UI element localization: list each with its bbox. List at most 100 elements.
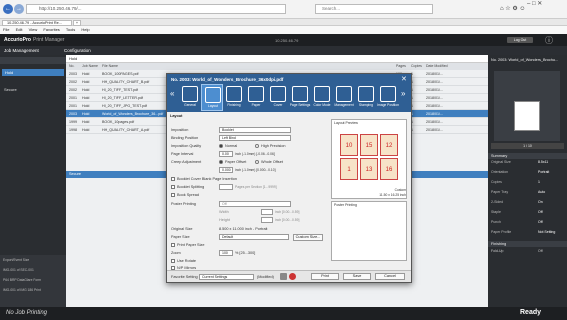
cell-date: 2018/01/... (426, 112, 443, 116)
page-indicator[interactable]: 1 / 10 (491, 143, 564, 149)
tab-label: Cover (273, 103, 283, 107)
cover-insert-checkbox[interactable] (171, 177, 175, 181)
cell-no: 2003 (69, 72, 77, 76)
rotate-label: Use Rotate (177, 259, 196, 263)
quality-normal-radio[interactable] (219, 144, 223, 148)
height-label: Height (219, 218, 230, 222)
creep-paper-radio[interactable] (219, 160, 223, 164)
panel-line: P64 BRP DataGlare Form (3, 278, 42, 282)
window-controls[interactable]: – □ ✕ (527, 0, 542, 7)
creep-whole-label: Whole Offset (261, 160, 283, 164)
col-job-name[interactable]: Job Name (82, 63, 98, 70)
cell-no: 2003 (69, 112, 77, 116)
tab-management[interactable]: Management (333, 84, 355, 111)
panel-line: Export/Event Size (3, 258, 30, 262)
cell-no: 2002 (69, 80, 77, 84)
tab-color-mode[interactable]: Color Mode (311, 84, 333, 111)
menu-help[interactable]: Help (81, 27, 89, 32)
address-bar[interactable]: http://10.250.46.79/... (26, 4, 286, 14)
tab-image-position[interactable]: Image Position (377, 84, 399, 111)
cell-no: 1998 (69, 128, 77, 132)
col-date[interactable]: Date Modified (426, 63, 448, 70)
cell-file: World_of_Wonders_Brochure_36...pdf (102, 112, 164, 116)
job-settings-dialog: No. 2003: World_of_Wonders_Brochure_36x0… (166, 73, 412, 283)
back-icon[interactable]: ← (3, 4, 13, 14)
detail-title: No. 2003: World_of_Wonders_Brochu... (491, 58, 559, 62)
split-input[interactable] (219, 184, 233, 190)
menu-file[interactable]: File (3, 27, 9, 32)
rotate-checkbox[interactable] (171, 259, 175, 263)
print-button[interactable]: Print (311, 273, 339, 280)
menu-tools[interactable]: Tools (66, 27, 75, 32)
nav-job-management[interactable]: Job Management (4, 48, 39, 53)
col-no[interactable]: No. (69, 63, 74, 70)
prop-value: 8.5x11 (538, 160, 549, 164)
col-file-name[interactable]: File Name (102, 63, 118, 70)
forward-icon[interactable]: → (14, 4, 24, 14)
fav-delete-icon[interactable] (289, 273, 296, 280)
imposition-select[interactable]: Booklet (219, 127, 291, 133)
cell-date: 2018/01/... (426, 72, 443, 76)
zoom-input[interactable]: 100 (219, 250, 233, 256)
creep-whole-radio[interactable] (255, 160, 259, 164)
left-search[interactable] (0, 57, 66, 64)
tab-icon (380, 86, 396, 102)
fav-save-icon[interactable] (280, 273, 287, 280)
prop-label: Punch (491, 220, 501, 224)
left-item-hold[interactable]: Hold (2, 69, 64, 76)
tab-icon (292, 86, 308, 102)
tab-finishing[interactable]: Finishing (223, 84, 245, 111)
help-icon[interactable]: ⓘ (545, 35, 553, 46)
width-input[interactable] (261, 209, 273, 215)
browser-titlebar: ← → http://10.250.46.79/... Search... ⌂ … (0, 0, 567, 19)
tab-paper[interactable]: Paper (245, 84, 267, 111)
browser-toolbar-icons[interactable]: ⌂ ☆ ⚙ ☺ (500, 5, 526, 12)
col-copies[interactable]: Copies (411, 63, 422, 70)
menu-view[interactable]: View (29, 27, 38, 32)
col-pages[interactable]: Pages (396, 63, 406, 70)
book-spread-checkbox[interactable] (171, 193, 175, 197)
nav-configuration[interactable]: Configuration (64, 48, 91, 53)
save-button[interactable]: Save (343, 273, 371, 280)
brand-left: AccurioPro (4, 37, 31, 43)
browser-tabstrip: 10.250.46.79 - AccurioPrint Re... + (0, 19, 567, 26)
list-search-input[interactable]: Hold (69, 56, 77, 61)
tab-icon (182, 86, 198, 102)
split-checkbox[interactable] (171, 185, 175, 189)
print-paper-size-checkbox[interactable] (171, 243, 175, 247)
menu-favorites[interactable]: Favorites (43, 27, 59, 32)
cell-name: Hold (82, 120, 90, 124)
zoom-unit: % [25...300] (235, 251, 256, 255)
cancel-button[interactable]: Cancel (375, 273, 405, 280)
tab-stamping[interactable]: Stamping (355, 84, 377, 111)
left-bottom-panel: Export/Event Size IMG-001 of SEC-001 P64… (0, 255, 66, 307)
prop-foldup-label: Fold-Up (491, 249, 504, 253)
device-ip: 10.250.46.79 (275, 38, 299, 43)
left-item-secure[interactable]: Secure (4, 87, 17, 92)
fav-setting-select[interactable]: Current Settings (199, 274, 254, 280)
poster-select[interactable]: Off (219, 201, 291, 207)
tab-cover[interactable]: Cover (267, 84, 289, 111)
quality-high-radio[interactable] (255, 144, 259, 148)
tab-general[interactable]: General (179, 84, 201, 111)
cell-date: 2018/01/... (426, 88, 443, 92)
paper-size-select[interactable]: Default (219, 234, 289, 240)
logout-button[interactable]: Log Out (507, 37, 533, 43)
menu-edit[interactable]: Edit (16, 27, 23, 32)
tab-page-settings[interactable]: Page Settings (289, 84, 311, 111)
custom-size-button[interactable]: Custom Size... (293, 234, 323, 241)
status-bar: No Job Printing Ready (0, 307, 567, 320)
tab-icon (358, 86, 374, 102)
creep-input[interactable]: 0.000 (219, 167, 233, 173)
status-ready: Ready (520, 309, 542, 316)
prop-value: Portrait (538, 170, 550, 174)
tab-layout[interactable]: Layout (201, 84, 223, 111)
binding-select[interactable]: Left Bind (219, 135, 291, 141)
browser-search-input[interactable]: Search... (315, 4, 433, 14)
interval-input[interactable]: 0.00 (219, 151, 233, 157)
cell-name: Hold (82, 104, 90, 108)
tab-icon (270, 86, 286, 102)
cell-name: Hold (82, 80, 90, 84)
status-left: No Job Printing (6, 310, 48, 316)
height-input[interactable] (261, 217, 273, 223)
